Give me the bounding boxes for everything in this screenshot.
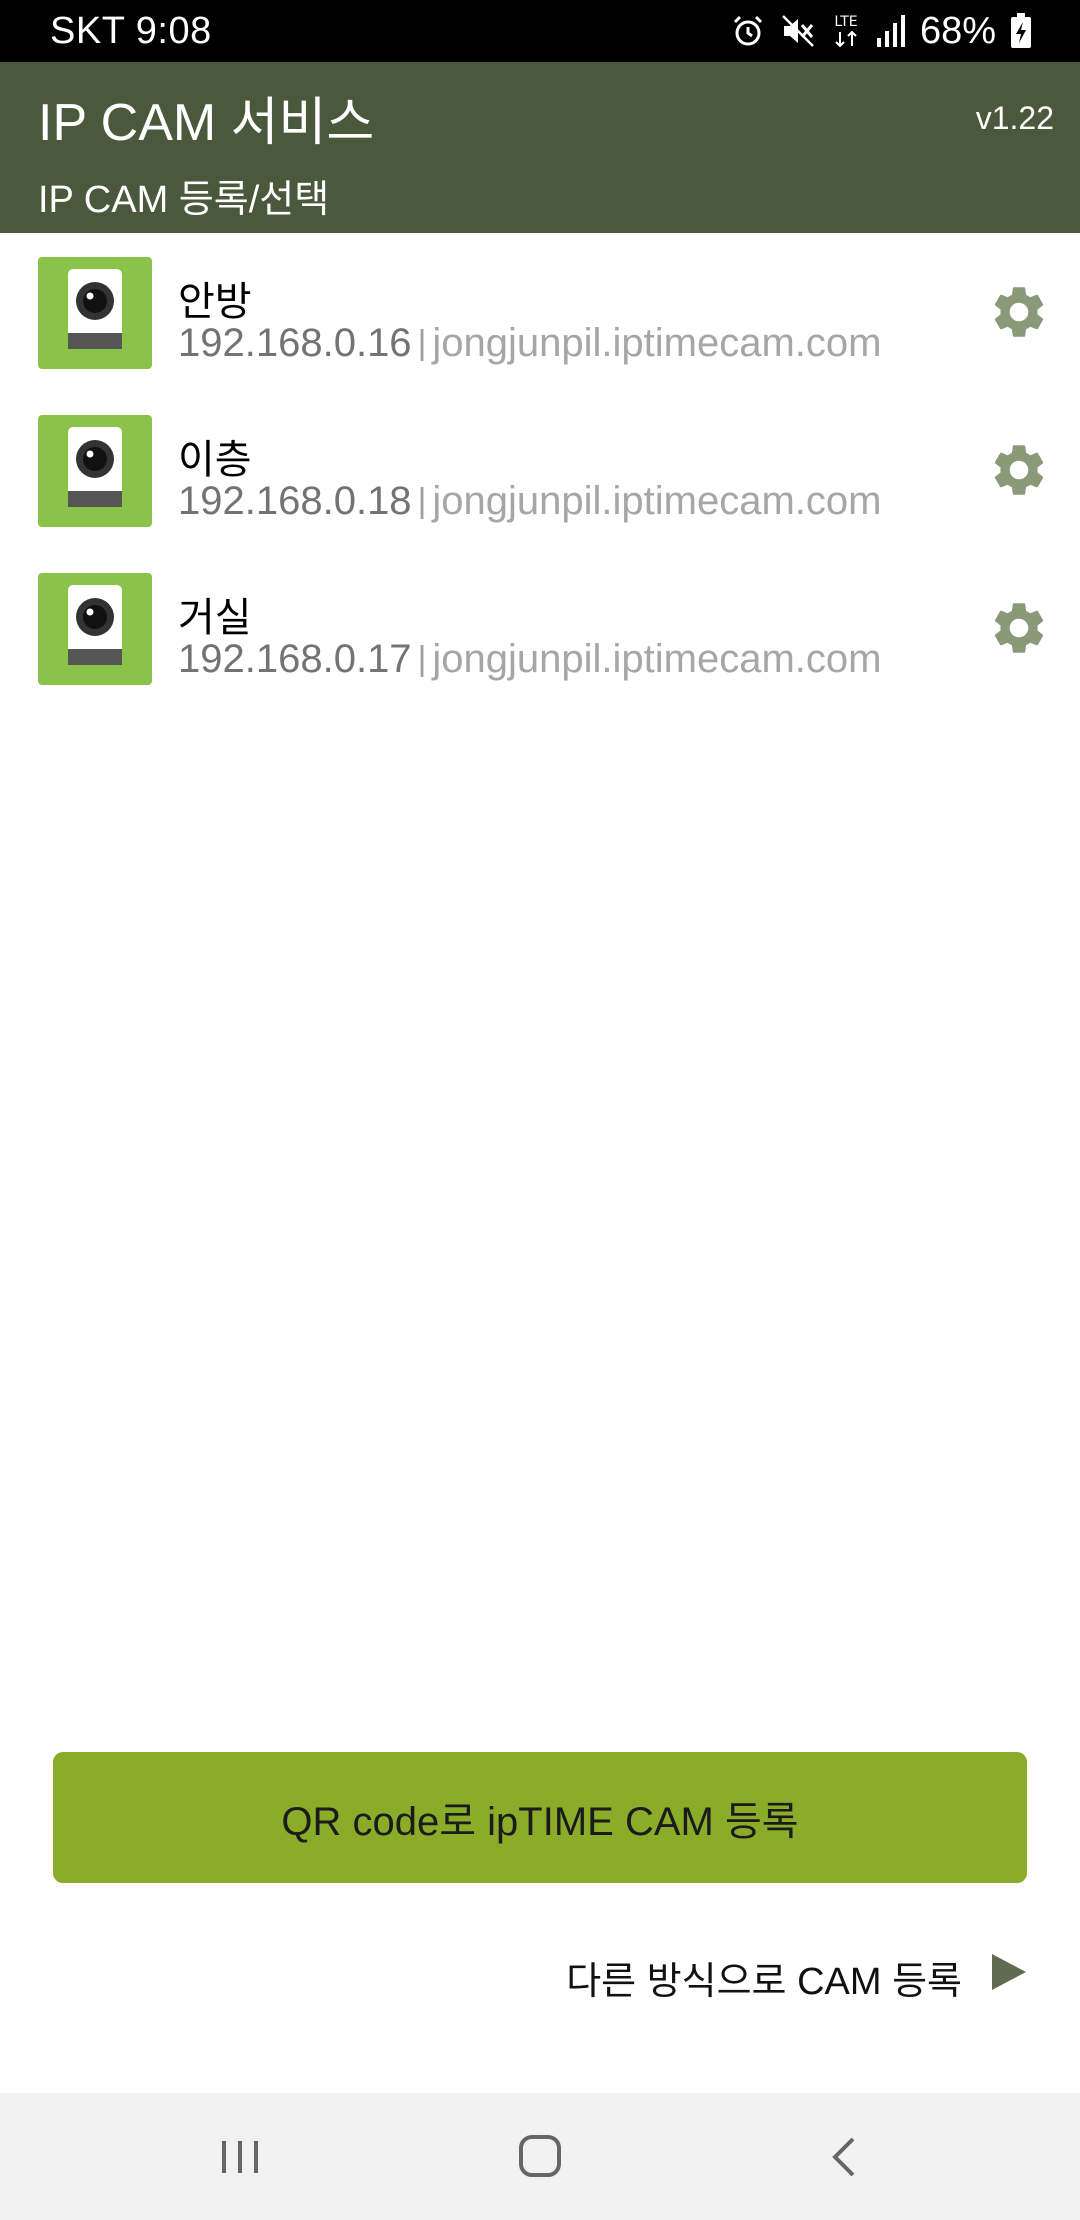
camera-icon	[38, 415, 152, 527]
app-header: IP CAM 서비스 v1.22 IP CAM 등록/선택	[0, 62, 1080, 233]
system-nav-bar	[0, 2093, 1080, 2220]
camera-list-item[interactable]: 안방 192.168.0.16 | jongjunpil.iptimecam.com	[0, 233, 1080, 391]
camera-name: 거실	[178, 596, 252, 640]
page-title: IP CAM 서비스	[38, 94, 375, 152]
app-screen: SKT 9:08 LTE 68% IP CAM 서비스 v1.22 IP CAM…	[0, 0, 1080, 2220]
camera-address: 192.168.0.16 | jongjunpil.iptimecam.com	[178, 321, 882, 366]
camera-ip: 192.168.0.17	[178, 637, 412, 681]
camera-list: 안방 192.168.0.16 | jongjunpil.iptimecam.com	[0, 233, 1080, 707]
camera-name: 안방	[178, 280, 252, 324]
home-icon[interactable]	[510, 2131, 570, 2183]
other-method-label: 다른 방식으로 CAM 등록	[566, 1960, 962, 2003]
lte-icon: LTE	[830, 12, 862, 50]
status-icons: LTE 68%	[730, 10, 1080, 53]
camera-icon	[38, 573, 152, 685]
other-method-register-link[interactable]: 다른 방식으로 CAM 등록	[566, 1952, 1028, 2003]
address-separator: |	[417, 482, 427, 520]
camera-host: jongjunpil.iptimecam.com	[432, 637, 882, 681]
play-arrow-icon	[988, 1952, 1028, 2002]
settings-gear-icon[interactable]	[988, 439, 1050, 501]
recent-apps-icon[interactable]	[210, 2131, 270, 2183]
status-bar: SKT 9:08 LTE 68%	[0, 0, 1080, 62]
battery-percent: 68%	[919, 9, 996, 52]
camera-name: 이층	[178, 438, 252, 482]
address-separator: |	[417, 640, 427, 678]
camera-ip: 192.168.0.18	[178, 479, 412, 523]
alarm-icon	[730, 13, 766, 49]
mute-icon	[780, 13, 816, 49]
address-separator: |	[417, 324, 427, 362]
back-icon[interactable]	[815, 2131, 875, 2183]
camera-host: jongjunpil.iptimecam.com	[432, 321, 882, 365]
svg-text:LTE: LTE	[834, 14, 857, 30]
page-subtitle: IP CAM 등록/선택	[38, 179, 330, 221]
camera-list-item[interactable]: 거실 192.168.0.17 | jongjunpil.iptimecam.com	[0, 549, 1080, 707]
status-carrier-time: SKT 9:08	[50, 9, 212, 52]
settings-gear-icon[interactable]	[988, 281, 1050, 343]
settings-gear-icon[interactable]	[988, 597, 1050, 659]
camera-host: jongjunpil.iptimecam.com	[432, 479, 882, 523]
camera-icon	[38, 257, 152, 369]
camera-address: 192.168.0.18 | jongjunpil.iptimecam.com	[178, 479, 882, 524]
battery-charging-icon	[1010, 13, 1032, 49]
camera-list-item[interactable]: 이층 192.168.0.18 | jongjunpil.iptimecam.com	[0, 391, 1080, 549]
app-version: v1.22	[975, 100, 1054, 136]
signal-icon	[876, 14, 906, 48]
camera-ip: 192.168.0.16	[178, 321, 412, 365]
qr-register-button[interactable]: QR code로 ipTIME CAM 등록	[53, 1752, 1027, 1883]
camera-address: 192.168.0.17 | jongjunpil.iptimecam.com	[178, 637, 882, 682]
